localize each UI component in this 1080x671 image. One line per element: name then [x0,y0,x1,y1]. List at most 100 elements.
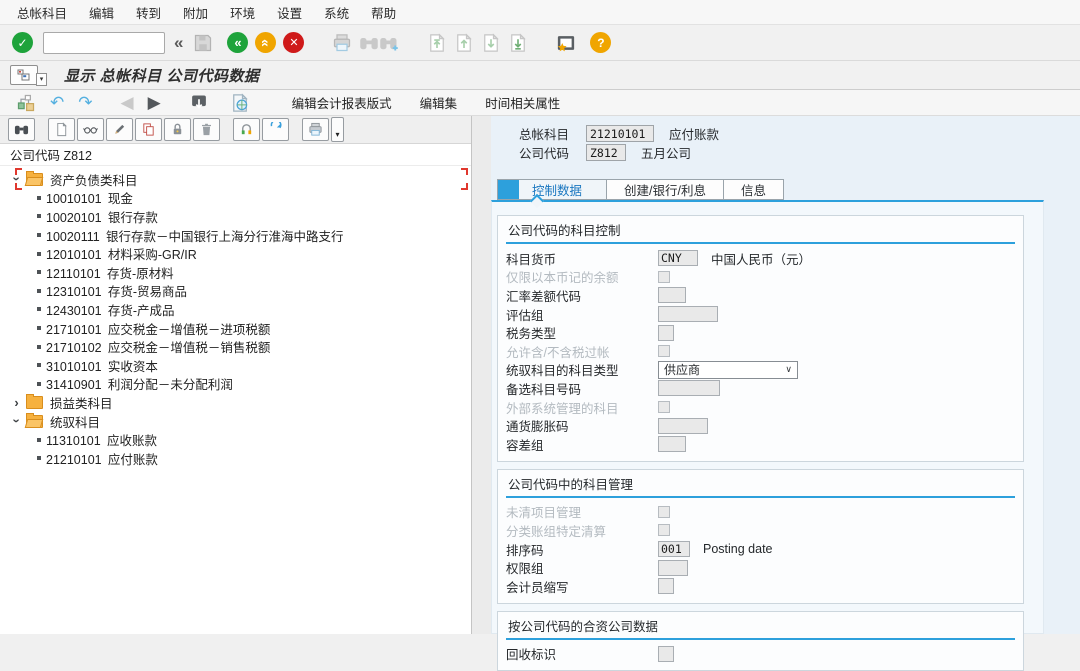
input-field[interactable] [658,306,718,322]
tree-item[interactable]: 12110101 存货-原材料 [0,263,471,282]
tree-item-label: 31010101 实收资本 [46,356,158,375]
menu-item-5[interactable]: 环境 [219,3,266,22]
menu-item-7[interactable]: 系统 [313,3,360,22]
checkbox[interactable] [658,506,670,518]
tab-information[interactable]: 信息 [723,179,784,200]
tree-item[interactable]: 12010101 材料采购-GR/IR [0,244,471,263]
application-toolbar: ↶ ↷ ◀ ▶ 编辑会计报表版式编辑集时间相关属性 [0,90,1080,116]
checkbox[interactable] [658,401,670,413]
menu-item-4[interactable]: 附加 [172,3,219,22]
copy-button[interactable] [135,118,162,141]
menu-item-8[interactable]: 帮助 [360,3,407,22]
tab-control-data[interactable]: 控制数据 [497,179,607,200]
company-code-value[interactable]: Z812 [586,144,626,161]
previous-page-icon[interactable] [454,33,474,53]
print-tree-button[interactable] [302,118,329,141]
collapse-icon[interactable]: « [174,33,183,53]
input-field[interactable]: 001 [658,541,690,557]
command-field[interactable] [43,32,165,54]
app-button-3[interactable]: 时间相关属性 [471,93,574,112]
input-field[interactable]: CNY [658,250,698,266]
field-label: 允许含/不含税过帐 [506,342,658,361]
checkbox[interactable] [658,524,670,536]
tree-item[interactable]: 21710101 应交税金－增值税－进项税额 [0,319,471,338]
chevron-down-icon[interactable]: › [10,172,25,185]
input-field[interactable] [658,380,720,396]
tree-item[interactable]: 31410901 利润分配－未分配利润 [0,375,471,394]
next-page-icon[interactable] [481,33,501,53]
input-field[interactable] [658,418,708,434]
input-field[interactable] [658,287,686,303]
checkbox[interactable] [658,271,670,283]
cancel-button[interactable]: ✕ [283,32,304,53]
tree-item[interactable]: 12430101 存货-产成品 [0,300,471,319]
gui-layout-menu-button[interactable]: ▾ [10,65,38,85]
checkbox[interactable] [658,345,670,357]
input-field[interactable] [658,436,686,452]
block-button[interactable] [164,118,191,141]
tree-item[interactable]: 31010101 实收资本 [0,356,471,375]
tree-item[interactable]: 11310101 应收账款 [0,430,471,449]
display-button[interactable] [77,118,104,141]
menu-item-2[interactable]: 编辑 [78,3,125,22]
app-button-1[interactable]: 编辑会计报表版式 [278,93,406,112]
redo-icon[interactable]: ↷ [78,94,92,111]
tree-folder[interactable]: ›资产负债类科目 [0,170,471,189]
tree-folder[interactable]: › 损益类科目 [0,393,471,412]
undo-icon[interactable]: ↶ [50,94,64,111]
find-icon[interactable] [359,33,379,53]
create-button[interactable] [48,118,75,141]
tree-item[interactable]: 12310101 存货-贸易商品 [0,282,471,301]
other-object-icon[interactable] [16,93,36,113]
next-object-icon[interactable]: ▶ [148,94,161,111]
first-page-icon[interactable] [427,33,447,53]
chevron-right-icon[interactable]: › [10,395,23,410]
input-field[interactable] [658,560,688,576]
tree-item[interactable]: 10010101 现金 [0,189,471,208]
field-label: 科目货币 [506,249,658,268]
app-button-2[interactable]: 编辑集 [406,93,472,112]
gl-account-value[interactable]: 21210101 [586,125,654,142]
exit-button[interactable]: « [255,32,276,53]
change-button[interactable] [106,118,133,141]
print-options-caret[interactable]: ▾ [331,117,344,142]
where-used-button[interactable] [233,118,260,141]
form-row: 评估组 [506,305,1015,324]
search-button[interactable] [8,118,35,141]
tree-folder[interactable]: ›统驭科目 [0,412,471,431]
back-button[interactable]: « [227,32,248,53]
enter-button[interactable]: ✓ [12,32,33,53]
input-field[interactable] [658,646,674,662]
chevron-down-icon[interactable]: › [10,414,25,427]
new-session-icon[interactable] [556,33,576,53]
glasses-icon [83,122,98,137]
save-icon[interactable] [193,33,213,53]
display-document-icon[interactable] [230,93,250,113]
back-icon: « [234,36,241,49]
menu-item-6[interactable]: 设置 [266,3,313,22]
layout-menu-caret[interactable]: ▾ [36,73,47,86]
input-field[interactable] [658,578,674,594]
previous-object-icon[interactable]: ◀ [121,94,134,111]
check-icon[interactable] [189,93,209,113]
help-button[interactable]: ? [590,32,611,53]
select-field[interactable]: 供应商∨ [658,361,798,379]
menu-bar: 总帐科目编辑转到附加环境设置系统帮助 [0,0,1080,25]
refresh-button[interactable] [262,118,289,141]
tree-item[interactable]: 10020111 银行存款－中国银行上海分行淮海中路支行 [0,226,471,245]
field-label: 评估组 [506,305,658,324]
input-field[interactable] [658,325,674,341]
delete-button[interactable] [193,118,220,141]
tree-folder-label: 损益类科目 [50,393,113,412]
tree-item[interactable]: 10020101 银行存款 [0,207,471,226]
find-next-icon[interactable] [379,33,399,53]
print-icon[interactable] [332,33,352,53]
menu-item-1[interactable]: 总帐科目 [6,3,78,22]
tree-item[interactable]: 21710102 应交税金－增值税－销售税额 [0,337,471,356]
tab-create-bank-interest[interactable]: 创建/银行/利息 [606,179,724,200]
panel-splitter[interactable] [472,116,491,634]
last-page-icon[interactable] [508,33,528,53]
exit-icon: « [259,39,273,47]
tree-item[interactable]: 21210101 应付账款 [0,449,471,468]
menu-item-3[interactable]: 转到 [125,3,172,22]
